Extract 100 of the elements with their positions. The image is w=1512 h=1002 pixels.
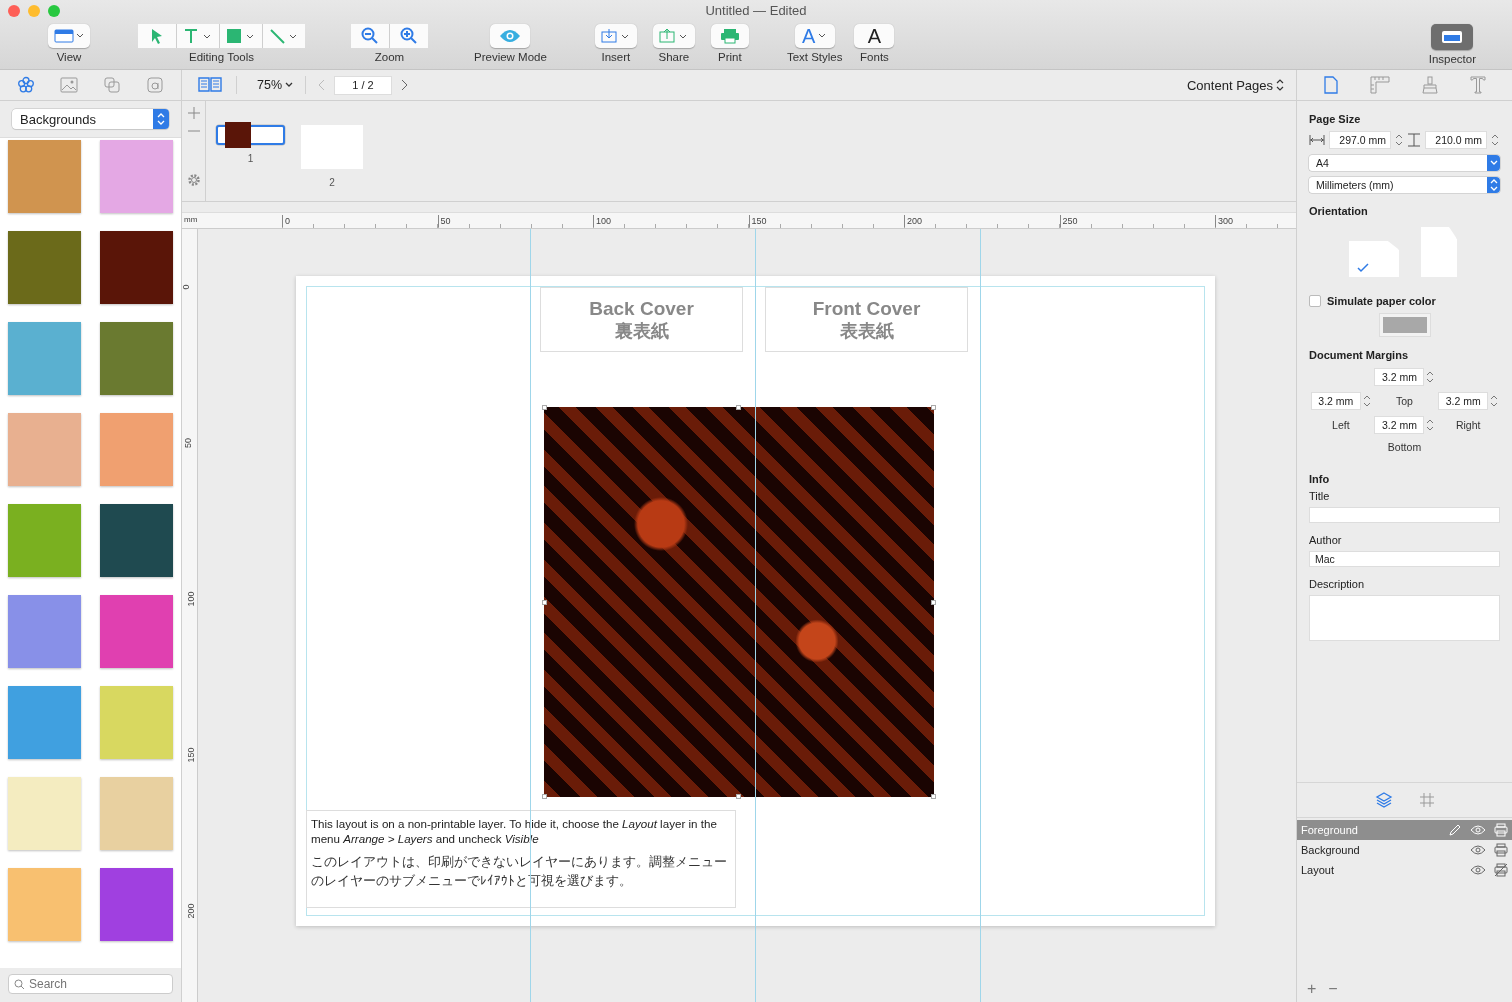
text-field[interactable]: Mac bbox=[1309, 551, 1500, 567]
stepper-icon[interactable] bbox=[1426, 369, 1435, 385]
page-number: 1 bbox=[247, 153, 254, 164]
print-button[interactable] bbox=[710, 24, 749, 48]
search-field[interactable]: Search bbox=[8, 974, 173, 994]
background-swatch[interactable] bbox=[8, 140, 81, 213]
category-dropdown[interactable]: Backgrounds bbox=[12, 109, 169, 129]
selection-handle[interactable] bbox=[931, 600, 936, 605]
selection-handle[interactable] bbox=[736, 794, 741, 799]
background-swatch[interactable] bbox=[100, 868, 173, 941]
zoom-out-button[interactable] bbox=[351, 24, 389, 48]
add-layer-button[interactable]: + bbox=[1303, 980, 1321, 998]
right-margin-field[interactable]: 3.2 mm bbox=[1438, 392, 1489, 410]
texture-image-placeholder[interactable] bbox=[544, 407, 934, 797]
background-swatch[interactable] bbox=[100, 595, 173, 668]
stepper-icon[interactable] bbox=[1491, 132, 1499, 148]
top-margin-field[interactable]: 3.2 mm bbox=[1374, 368, 1425, 386]
bottom-margin-field[interactable]: 3.2 mm bbox=[1374, 416, 1425, 434]
stepper-icon[interactable] bbox=[1426, 417, 1435, 433]
eye-icon[interactable] bbox=[1470, 844, 1486, 856]
background-swatch[interactable] bbox=[8, 595, 81, 668]
page-thumbnail[interactable] bbox=[216, 125, 285, 145]
text-field[interactable] bbox=[1309, 507, 1500, 523]
background-swatch[interactable] bbox=[8, 868, 81, 941]
background-swatch[interactable] bbox=[8, 413, 81, 486]
window-title: Untitled — Edited bbox=[705, 3, 807, 18]
chevron-down-icon[interactable] bbox=[285, 82, 294, 88]
background-swatch[interactable] bbox=[100, 140, 173, 213]
layer-row[interactable]: Layout bbox=[1297, 860, 1512, 880]
selection-handle[interactable] bbox=[736, 405, 741, 410]
remove-layer-button[interactable]: − bbox=[1324, 980, 1342, 998]
minimize-button[interactable] bbox=[28, 5, 40, 17]
crossed-printer-icon[interactable] bbox=[1494, 863, 1508, 877]
simulate-paper-checkbox[interactable]: Simulate paper color bbox=[1309, 295, 1500, 307]
zoom-dropdown[interactable]: 75% bbox=[249, 78, 283, 92]
selection-handle[interactable] bbox=[542, 600, 547, 605]
stepper-icon[interactable] bbox=[1395, 132, 1403, 148]
background-swatch[interactable] bbox=[100, 231, 173, 304]
stepper-icon[interactable] bbox=[1362, 393, 1371, 409]
select-tool-button[interactable] bbox=[138, 24, 176, 48]
cover-title: Back Cover bbox=[589, 297, 694, 320]
printer-icon[interactable] bbox=[1494, 843, 1508, 857]
add-page-icon[interactable] bbox=[187, 107, 200, 119]
selection-handle[interactable] bbox=[931, 405, 936, 410]
description-field[interactable] bbox=[1309, 595, 1500, 641]
up-down-chevron-icon[interactable] bbox=[1276, 79, 1284, 91]
inspector-button[interactable] bbox=[1431, 24, 1474, 50]
next-page-icon[interactable] bbox=[400, 79, 409, 91]
text-styles-button[interactable]: A bbox=[794, 24, 835, 48]
text-tool-button[interactable] bbox=[177, 24, 219, 48]
selection-handle[interactable] bbox=[931, 794, 936, 799]
background-swatch[interactable] bbox=[100, 504, 173, 577]
insert-button[interactable] bbox=[594, 24, 637, 48]
toolbar-label: Editing Tools bbox=[189, 51, 254, 63]
zoom-button[interactable] bbox=[48, 5, 60, 17]
text-inspector-tab[interactable] bbox=[1468, 74, 1489, 96]
line-tool-button[interactable] bbox=[263, 24, 305, 48]
view-button[interactable] bbox=[48, 24, 90, 48]
background-swatch[interactable] bbox=[8, 686, 81, 759]
zoom-in-button[interactable] bbox=[390, 24, 428, 48]
units-dropdown[interactable]: Millimeters (mm) bbox=[1309, 177, 1500, 193]
toolbar-label: Print bbox=[718, 51, 742, 63]
paper-size-dropdown[interactable]: A4 bbox=[1309, 155, 1500, 171]
selection-handle[interactable] bbox=[542, 794, 547, 799]
previous-page-icon[interactable] bbox=[318, 79, 327, 91]
preview-button[interactable] bbox=[490, 24, 531, 48]
shape-tool-button[interactable] bbox=[220, 24, 262, 48]
background-swatch[interactable] bbox=[8, 322, 81, 395]
share-button[interactable] bbox=[652, 24, 695, 48]
background-swatch[interactable] bbox=[8, 231, 81, 304]
window-layout-icon bbox=[54, 29, 84, 43]
ruler-inspector-tab[interactable] bbox=[1367, 74, 1392, 96]
background-swatch[interactable] bbox=[100, 413, 173, 486]
background-swatch[interactable] bbox=[8, 777, 81, 850]
width-field[interactable]: 297.0 mm bbox=[1329, 131, 1391, 149]
image-tab[interactable] bbox=[57, 74, 80, 96]
landscape-option[interactable] bbox=[1349, 241, 1399, 277]
pencil-icon[interactable] bbox=[1448, 823, 1462, 837]
eye-icon bbox=[499, 29, 522, 43]
background-swatch[interactable] bbox=[100, 686, 173, 759]
page-number: 2 bbox=[329, 177, 335, 188]
page-number-field[interactable]: 1 / 2 bbox=[334, 75, 393, 95]
close-button[interactable] bbox=[8, 5, 20, 17]
layer-name: Background bbox=[1301, 844, 1361, 856]
eye-icon[interactable] bbox=[1470, 864, 1486, 876]
left-margin-field[interactable]: 3.2 mm bbox=[1310, 392, 1361, 410]
layer-name: Layout bbox=[1301, 864, 1336, 876]
settings-icon[interactable] bbox=[186, 173, 201, 187]
stepper-icon[interactable] bbox=[1490, 393, 1499, 409]
section-dropdown[interactable]: Content Pages bbox=[1179, 77, 1273, 93]
fonts-button[interactable]: A bbox=[854, 24, 895, 48]
height-field[interactable]: 210.0 mm bbox=[1425, 131, 1487, 149]
layer-row[interactable]: Background bbox=[1297, 840, 1512, 860]
background-swatch[interactable] bbox=[8, 504, 81, 577]
background-swatch[interactable] bbox=[100, 322, 173, 395]
printer-icon[interactable] bbox=[1494, 823, 1508, 837]
paper-color-well[interactable] bbox=[1378, 313, 1431, 337]
background-swatch[interactable] bbox=[100, 777, 173, 850]
selection-handle[interactable] bbox=[542, 405, 547, 410]
toolbar-label: Preview Mode bbox=[474, 51, 547, 63]
